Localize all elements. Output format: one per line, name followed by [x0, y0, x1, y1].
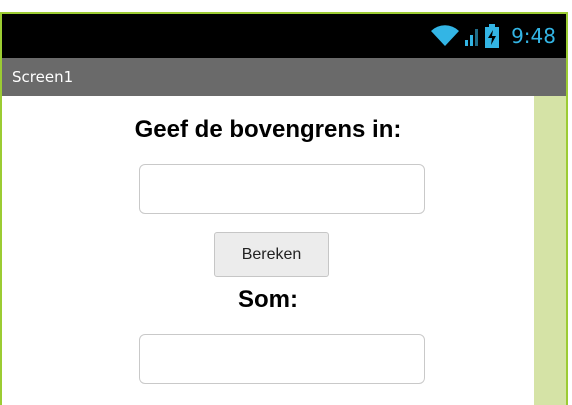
upper-bound-label: Geef de bovengrens in:	[134, 116, 402, 143]
signal-icon	[465, 29, 479, 46]
clock: 9:48	[511, 24, 556, 48]
wifi-icon	[431, 25, 460, 46]
screen-content: Geef de bovengrens in: Bereken Som:	[2, 96, 534, 405]
sum-label: Som:	[238, 286, 298, 313]
cropped-header-remnant: ' ' '	[0, 0, 572, 12]
sum-output-field[interactable]	[139, 334, 425, 384]
status-icons: 9:48	[431, 14, 556, 58]
title-bar: Screen1	[2, 58, 566, 96]
page: ' ' ' 9:48 Screen1 Geef de bovengrens in…	[0, 0, 572, 405]
status-bar: 9:48	[2, 14, 566, 58]
calculate-button[interactable]: Bereken	[214, 232, 329, 277]
upper-bound-input[interactable]	[139, 164, 425, 214]
cropped-text-fragment: ' ' '	[40, 0, 64, 10]
screen-title: Screen1	[12, 68, 74, 86]
battery-charging-icon	[485, 24, 500, 48]
phone-frame: 9:48 Screen1 Geef de bovengrens in: Bere…	[0, 12, 568, 405]
